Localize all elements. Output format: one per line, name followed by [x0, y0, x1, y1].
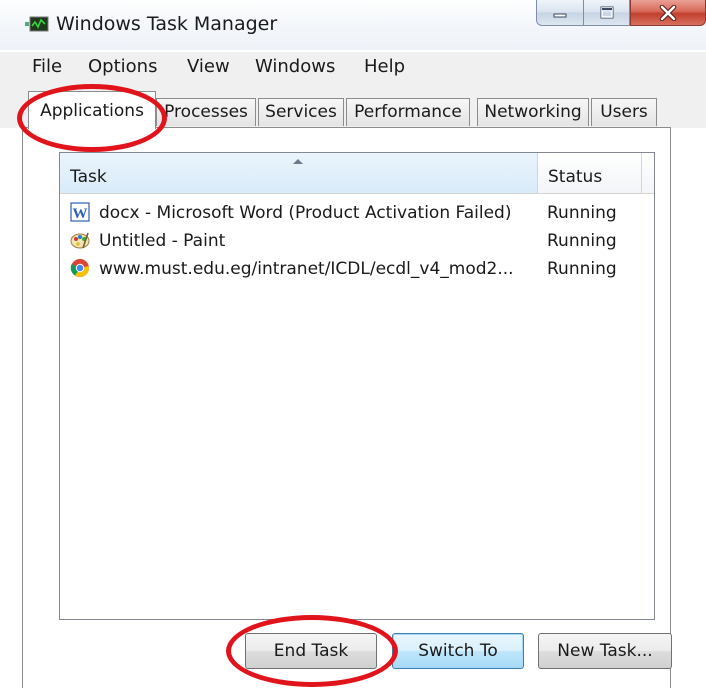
menu-view[interactable]: View — [187, 56, 230, 77]
task-status: Running — [547, 203, 617, 223]
tab-services[interactable]: Services — [258, 98, 344, 126]
new-task-button[interactable]: New Task... — [538, 633, 672, 669]
sort-ascending-icon — [293, 159, 303, 164]
tab-networking[interactable]: Networking — [477, 98, 589, 126]
title-bar: Windows Task Manager — [0, 0, 706, 50]
close-icon — [659, 4, 677, 21]
menu-windows[interactable]: Windows — [255, 56, 335, 77]
maximize-button[interactable] — [584, 0, 630, 26]
end-task-button[interactable]: End Task — [245, 633, 377, 669]
tab-performance[interactable]: Performance — [346, 98, 470, 126]
task-name: www.must.edu.eg/intranet/ICDL/ecdl_v4_mo… — [99, 259, 514, 279]
menu-file[interactable]: File — [32, 56, 62, 77]
tab-users[interactable]: Users — [591, 98, 657, 126]
task-name: Untitled - Paint — [99, 231, 226, 251]
task-name: docx - Microsoft Word (Product Activatio… — [99, 203, 512, 223]
word-icon: W — [70, 202, 90, 222]
minimize-icon — [553, 13, 567, 17]
list-item[interactable]: W docx - Microsoft Word (Product Activat… — [60, 198, 654, 226]
chrome-icon — [70, 259, 90, 278]
minimize-button[interactable] — [536, 0, 584, 26]
paint-icon — [70, 232, 90, 249]
svg-text:W: W — [73, 206, 88, 222]
column-header-status[interactable]: Status — [538, 153, 642, 193]
close-button[interactable] — [630, 0, 706, 26]
task-manager-icon — [25, 16, 49, 32]
column-header-task[interactable]: Task — [60, 153, 538, 193]
list-header: Task Status — [60, 153, 654, 194]
list-item[interactable]: www.must.edu.eg/intranet/ICDL/ecdl_v4_mo… — [60, 254, 654, 282]
maximize-icon — [600, 6, 613, 18]
menu-bar: File Options View Windows Help — [0, 52, 706, 82]
list-item[interactable]: Untitled - Paint Running — [60, 226, 654, 254]
task-status: Running — [547, 231, 617, 251]
menu-options[interactable]: Options — [88, 56, 157, 77]
applications-list[interactable]: Task Status W docx - Microsoft Word (Pro… — [59, 152, 655, 620]
switch-to-button[interactable]: Switch To — [392, 633, 524, 669]
task-status: Running — [547, 259, 617, 279]
window-title: Windows Task Manager — [56, 13, 278, 35]
tab-processes[interactable]: Processes — [156, 98, 256, 126]
tab-strip: Applications Processes Services Performa… — [0, 82, 706, 129]
menu-help[interactable]: Help — [364, 56, 405, 77]
tab-applications[interactable]: Applications — [28, 91, 156, 129]
column-status-label: Status — [548, 167, 603, 187]
column-task-label: Task — [70, 167, 107, 187]
